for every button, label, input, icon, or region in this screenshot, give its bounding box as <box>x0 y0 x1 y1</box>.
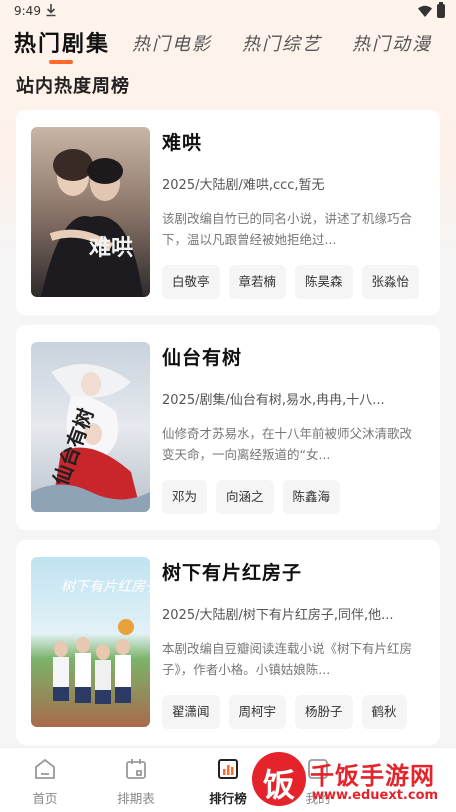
drama-poster[interactable]: 树下有片红房子 <box>31 557 150 727</box>
actor-tag[interactable]: 邓为 <box>162 480 208 514</box>
actor-tag[interactable]: 翟潇闻 <box>162 695 220 729</box>
watermark-url: www.eduext.com <box>312 788 439 803</box>
actor-tag[interactable]: 张淼怡 <box>361 265 420 299</box>
nav-home[interactable]: 首页 <box>5 748 85 812</box>
actor-tag[interactable]: 白敬亭 <box>162 265 220 299</box>
status-bar: 9:49 <box>0 0 456 22</box>
poster-image: 仙台有树 <box>31 342 150 512</box>
status-time: 9:49 <box>14 4 41 18</box>
drama-card[interactable]: 难哄 难哄 2025/大陆剧/难哄,ccc,暂无 该剧改编自竹已的同名小说，讲述… <box>16 110 440 315</box>
drama-description: 本剧改编自豆瓣阅读连载小说《树下有片红房子》，作者小格。小镇姑娘陈... <box>162 641 413 677</box>
tab-hot-variety[interactable]: 热门综艺 <box>242 30 322 56</box>
tab-hot-anime[interactable]: 热门动漫 <box>352 30 432 56</box>
actor-tag[interactable]: 章若楠 <box>228 265 287 299</box>
calendar-icon <box>126 759 146 779</box>
home-icon <box>35 758 55 779</box>
actor-tag[interactable]: 陈鑫海 <box>282 480 341 514</box>
drama-title[interactable]: 难哄 <box>162 128 202 155</box>
drama-title[interactable]: 树下有片红房子 <box>162 558 302 585</box>
drama-meta: 2025/大陆剧/难哄,ccc,暂无 <box>162 178 325 193</box>
drama-poster[interactable]: 仙台有树 <box>31 342 150 512</box>
drama-title[interactable]: 仙台有树 <box>162 343 242 370</box>
actor-list: 翟潇闻 周柯宇 杨朌子 鹤秋 <box>162 695 432 729</box>
nav-schedule[interactable]: 排期表 <box>96 748 176 812</box>
actor-tag[interactable]: 杨朌子 <box>295 695 353 729</box>
battery-icon <box>437 2 445 18</box>
actor-list: 白敬亭 章若楠 陈昊森 张淼怡 <box>162 265 432 299</box>
tab-hot-movies[interactable]: 热门电影 <box>132 30 212 56</box>
actor-tag[interactable]: 周柯宇 <box>228 695 287 729</box>
nav-label: 排期表 <box>117 791 155 806</box>
watermark-title: 千饭手游网 <box>310 762 435 790</box>
active-tab-indicator <box>49 60 73 64</box>
actor-tag[interactable]: 陈昊森 <box>295 265 353 299</box>
drama-meta: 2025/大陆剧/树下有片红房子,同伴,他... <box>162 608 394 623</box>
tab-hot-dramas[interactable]: 热门剧集 <box>14 26 110 58</box>
watermark-logo: 饭 千饭手游网 www.eduext.com <box>252 752 456 810</box>
drama-card[interactable]: 仙台有树 仙台有树 2025/剧集/仙台有树,易水,冉冉,十八... 仙修奇才苏… <box>16 325 440 530</box>
actor-tag[interactable]: 向涵之 <box>216 480 274 514</box>
drama-card[interactable]: 树下有片红房子 树下有片红房子 2025/大陆剧/树下有片红房子,同伴,他...… <box>16 540 440 745</box>
drama-meta: 2025/剧集/仙台有树,易水,冉冉,十八... <box>162 393 385 408</box>
section-title: 站内热度周榜 <box>16 76 130 97</box>
svg-text:树下有片红房子: 树下有片红房子 <box>61 579 150 595</box>
poster-image: 难哄 <box>31 127 150 297</box>
drama-description: 仙修奇才苏易水，在十八年前被师父沐清歌改变天命，一向离经叛道的“女... <box>162 426 413 462</box>
actor-list: 邓为 向涵之 陈鑫海 <box>162 480 432 514</box>
drama-description: 该剧改编自竹已的同名小说，讲述了机缘巧合下，温以凡跟曾经被她拒绝过... <box>162 211 413 247</box>
svg-text:难哄: 难哄 <box>88 235 133 261</box>
poster-image: 树下有片红房子 <box>31 557 150 727</box>
nav-label: 首页 <box>32 791 58 806</box>
drama-poster[interactable]: 难哄 <box>31 127 150 297</box>
wifi-icon <box>418 5 432 17</box>
watermark-circle: 饭 <box>252 752 306 806</box>
chart-icon <box>218 759 238 779</box>
actor-tag[interactable]: 鹤秋 <box>361 695 407 729</box>
download-icon <box>46 4 56 17</box>
